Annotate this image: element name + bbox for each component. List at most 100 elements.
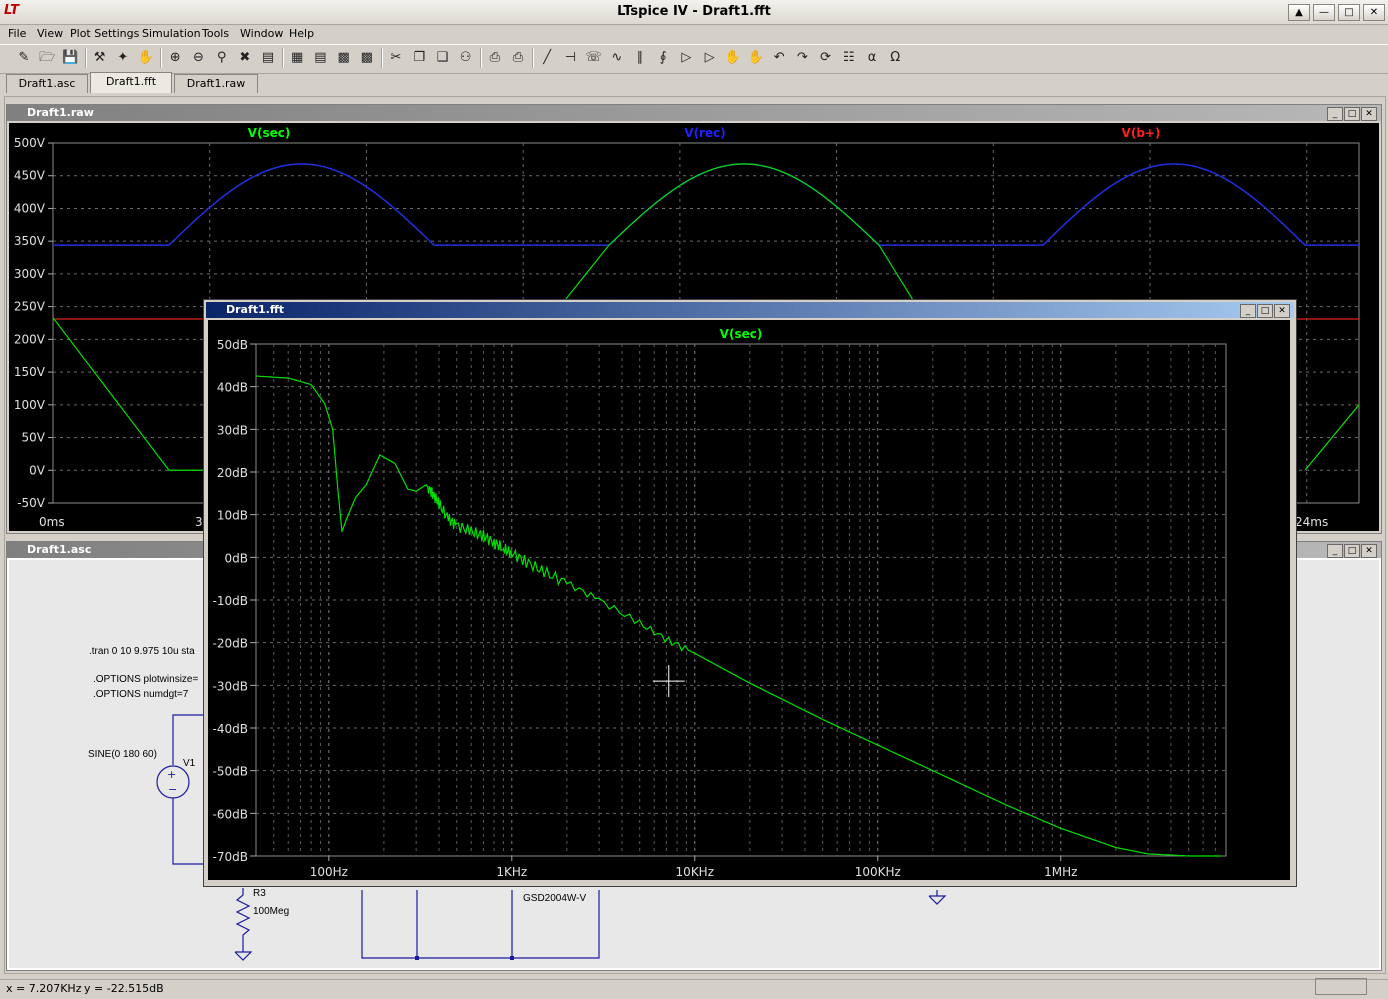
inductor-button[interactable]: ∮ bbox=[653, 49, 673, 67]
fft-minimize-button[interactable]: _ bbox=[1240, 304, 1256, 318]
raw-ytick-label: 200V bbox=[14, 332, 46, 346]
svg-text:−: − bbox=[168, 783, 177, 796]
cascade-button[interactable]: ▩ bbox=[334, 49, 354, 67]
fft-window-title-text: Draft1.fft bbox=[226, 303, 285, 316]
raw-ytick-label: 150V bbox=[14, 365, 46, 379]
raw-maximize-button[interactable]: □ bbox=[1344, 107, 1360, 121]
copy-icon: ❐ bbox=[413, 50, 426, 65]
spice-directive-icon: Ω bbox=[890, 50, 901, 65]
fft-ytick-label: -60dB bbox=[213, 807, 248, 821]
fft-window-title[interactable]: Draft1.fft bbox=[206, 302, 1294, 318]
text-icon: α bbox=[867, 50, 877, 65]
autorange-button[interactable]: ▤ bbox=[258, 49, 278, 67]
tile-h-button[interactable]: ▤ bbox=[310, 49, 330, 67]
fft-plot[interactable]: 50dB 40dB 30dB 20dB 10dB 0dB -10dB -20dB -30dB -4… bbox=[208, 320, 1290, 880]
capacitor-button[interactable]: ∥ bbox=[630, 49, 650, 67]
raw-ytick-label: 250V bbox=[14, 300, 46, 314]
raw-ytick-label: 50V bbox=[22, 431, 46, 445]
restore-button[interactable]: ▲ bbox=[1288, 4, 1310, 21]
find-button[interactable]: ⚇ bbox=[456, 49, 476, 67]
menu-file[interactable]: File bbox=[8, 27, 26, 40]
tab-draft1-raw[interactable]: Draft1.raw bbox=[174, 74, 258, 93]
mark-icon: ▦ bbox=[291, 50, 304, 65]
save-button[interactable]: 💾 bbox=[60, 49, 80, 67]
tab-draft1-asc[interactable]: Draft1.asc bbox=[6, 74, 88, 93]
halt-button[interactable]: ✋ bbox=[136, 49, 156, 67]
status-x-value: x = 7.207KHz bbox=[6, 982, 82, 995]
label-button[interactable]: ☏ bbox=[584, 49, 604, 67]
capacitor-icon: ∥ bbox=[636, 50, 644, 65]
raw-close-button[interactable]: ✕ bbox=[1361, 107, 1377, 121]
maximize-button[interactable]: □ bbox=[1338, 4, 1360, 21]
mirror-icon: ☷ bbox=[842, 50, 855, 65]
fft-xtick-label: 10KHz bbox=[676, 865, 714, 879]
move-button[interactable]: ✋ bbox=[723, 49, 743, 67]
menu-window[interactable]: Window bbox=[240, 27, 283, 40]
toolbar-separator bbox=[381, 48, 383, 68]
asc-close-button[interactable]: ✕ bbox=[1361, 544, 1377, 558]
paste-button[interactable]: ❑ bbox=[432, 49, 452, 67]
mirror-button[interactable]: ☷ bbox=[839, 49, 859, 67]
raw-minimize-button[interactable]: _ bbox=[1327, 107, 1343, 121]
zoom-out-icon: ⊖ bbox=[192, 50, 204, 65]
fft-ytick-label: -30dB bbox=[213, 679, 248, 693]
tile-v-button[interactable]: ▩ bbox=[357, 49, 377, 67]
asc-minimize-button[interactable]: _ bbox=[1327, 544, 1343, 558]
print-setup-button[interactable]: ⎙ bbox=[485, 49, 505, 67]
print-button[interactable]: ⎙ bbox=[508, 49, 528, 67]
zoom-out-button[interactable]: ⊖ bbox=[188, 49, 208, 67]
fft-window[interactable]: Draft1.fft _ □ ✕ 50dB 40dB 30dB 20dB 10dB 0dB… bbox=[203, 299, 1297, 887]
run-icon: ✦ bbox=[117, 50, 129, 65]
menu-view[interactable]: View bbox=[37, 27, 63, 40]
autorange-icon: ▤ bbox=[261, 50, 275, 65]
copy-button[interactable]: ❐ bbox=[409, 49, 429, 67]
redo-button[interactable]: ↷ bbox=[792, 49, 812, 67]
zoom-fit-button[interactable]: ⚲ bbox=[212, 49, 232, 67]
fft-maximize-button[interactable]: □ bbox=[1257, 304, 1273, 318]
halt-icon: ✋ bbox=[137, 50, 155, 65]
raw-window-title[interactable]: Draft1.raw bbox=[7, 105, 1381, 121]
raw-ytick-label: -50V bbox=[17, 496, 46, 510]
menu-simulation[interactable]: Simulation bbox=[142, 27, 201, 40]
rotate-button[interactable]: ⟳ bbox=[816, 49, 836, 67]
minimize-button[interactable]: — bbox=[1313, 4, 1335, 21]
asc-maximize-button[interactable]: □ bbox=[1344, 544, 1360, 558]
toolbar-separator bbox=[282, 48, 285, 68]
drag-button[interactable]: ✋ bbox=[746, 49, 766, 67]
rotate-icon: ⟳ bbox=[820, 50, 832, 65]
zoom-cancel-button[interactable]: ✖ bbox=[235, 49, 255, 67]
resistor-button[interactable]: ∿ bbox=[607, 49, 627, 67]
zoom-in-button[interactable]: ⊕ bbox=[165, 49, 185, 67]
menu-plot-settings[interactable]: Plot Settings bbox=[70, 27, 139, 40]
fft-xtick-label: 1KHz bbox=[496, 865, 527, 879]
raw-ytick-label: 400V bbox=[14, 201, 46, 215]
tab-draft1-fft[interactable]: Draft1.fft bbox=[90, 72, 172, 93]
menu-help[interactable]: Help bbox=[289, 27, 314, 40]
wire-button[interactable]: ╱ bbox=[537, 49, 557, 67]
raw-ytick-label: 300V bbox=[14, 267, 46, 281]
close-button[interactable]: ✕ bbox=[1363, 4, 1385, 21]
run-button[interactable]: ✦ bbox=[113, 49, 133, 67]
menu-tools[interactable]: Tools bbox=[202, 27, 229, 40]
fft-xtick-label: 100KHz bbox=[855, 865, 901, 879]
control-panel-button[interactable]: ⚒ bbox=[90, 49, 110, 67]
trace-label-vrec: V(rec) bbox=[684, 126, 725, 140]
mark-button[interactable]: ▦ bbox=[287, 49, 307, 67]
control-panel-icon: ⚒ bbox=[93, 50, 106, 65]
ground-button[interactable]: ⊣ bbox=[560, 49, 580, 67]
new-schematic-button[interactable]: ✎ bbox=[14, 49, 34, 67]
text-button[interactable]: α bbox=[862, 49, 882, 67]
cut-button[interactable]: ✂ bbox=[386, 49, 406, 67]
fft-ytick-label: -20dB bbox=[213, 637, 248, 651]
find-icon: ⚇ bbox=[459, 50, 472, 65]
component-button[interactable]: ▷ bbox=[700, 49, 720, 67]
print-setup-icon: ⎙ bbox=[489, 50, 500, 65]
fft-close-button[interactable]: ✕ bbox=[1274, 304, 1290, 318]
diode-button[interactable]: ▷ bbox=[676, 49, 696, 67]
spice-directive-button[interactable]: Ω bbox=[885, 49, 905, 67]
open-button[interactable]: 🗁 bbox=[37, 49, 57, 67]
fft-ytick-label: 40dB bbox=[217, 381, 248, 395]
undo-icon: ↶ bbox=[773, 50, 785, 65]
fft-ytick-label: 10dB bbox=[217, 509, 248, 523]
undo-button[interactable]: ↶ bbox=[769, 49, 789, 67]
